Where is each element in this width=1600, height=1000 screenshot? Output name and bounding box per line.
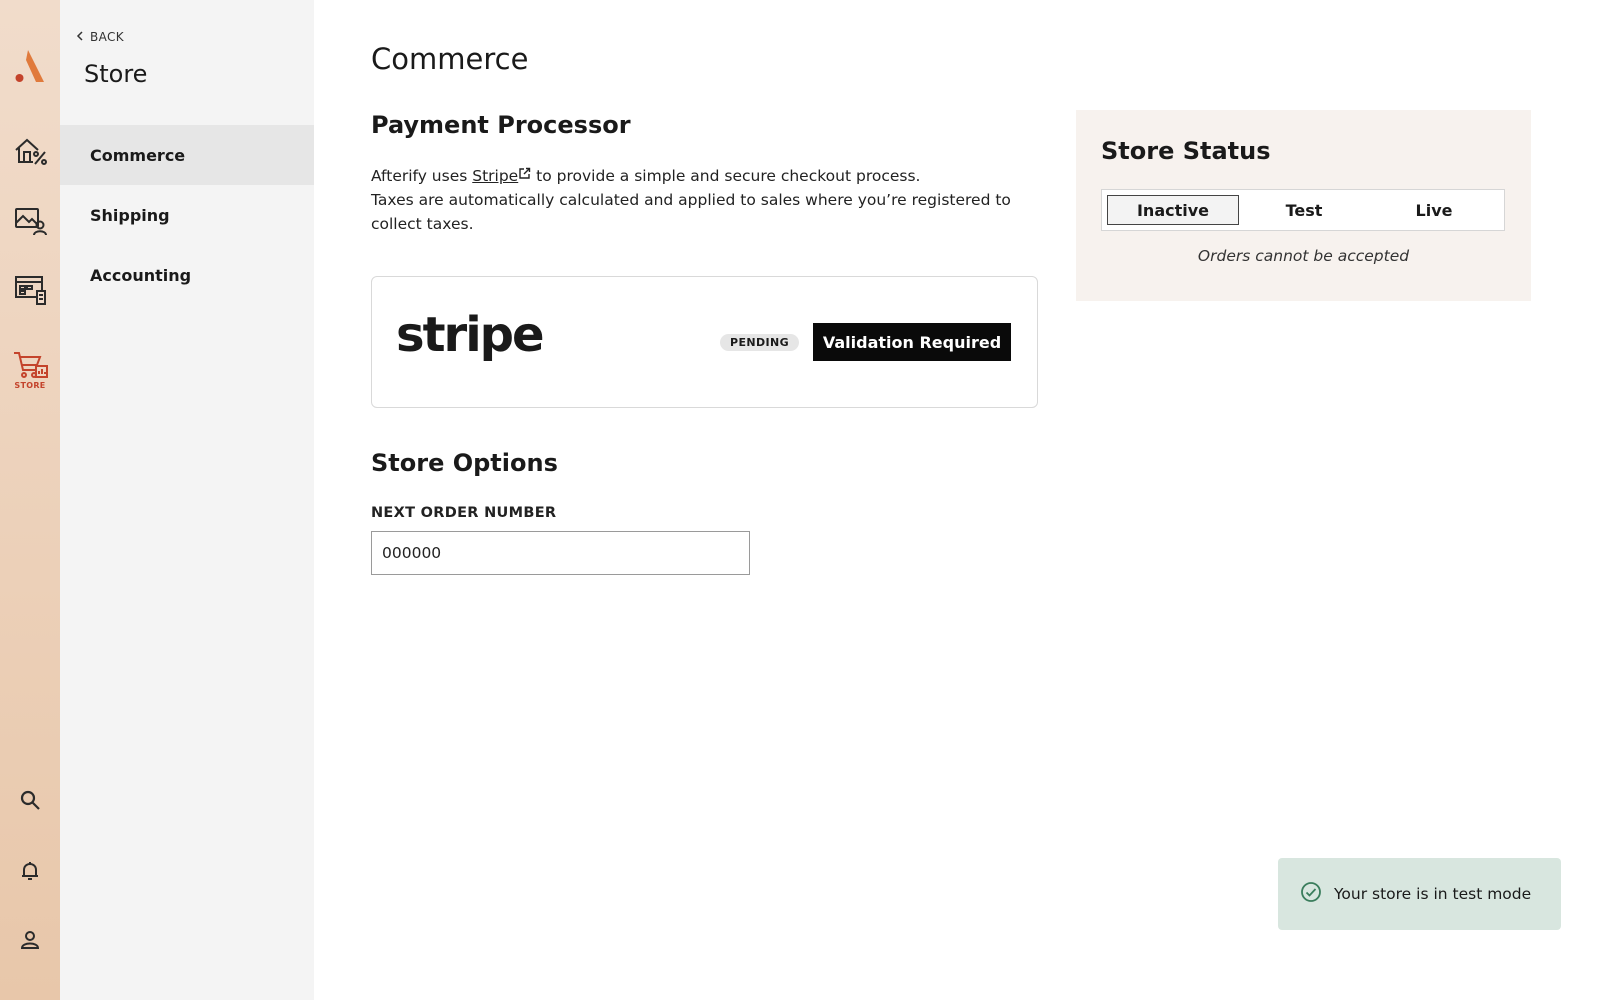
toast-notification[interactable]: Your store is in test mode [1278, 858, 1561, 930]
afterify-logo[interactable] [14, 48, 46, 84]
cart-chart-icon [14, 352, 48, 378]
page-title: Commerce [371, 42, 529, 76]
back-link[interactable]: BACK [76, 30, 124, 44]
gallery-user-icon[interactable] [10, 200, 50, 240]
status-note: Orders cannot be accepted [1197, 247, 1410, 265]
subnav-title: Store [84, 60, 148, 88]
payment-description: Afterify uses Stripe to provide a simple… [371, 163, 1031, 236]
status-option-test[interactable]: Test [1239, 195, 1369, 225]
store-nav-label: STORE [14, 381, 46, 390]
store-status-heading: Store Status [1101, 137, 1271, 165]
check-circle-icon [1300, 881, 1322, 907]
desc-text-after: to provide a simple and secure checkout … [531, 167, 921, 185]
desc-line-2: Taxes are automatically calculated and a… [371, 191, 1011, 233]
subnav-item-shipping[interactable]: Shipping [60, 185, 314, 245]
subnav-list: Commerce Shipping Accounting [60, 125, 314, 305]
desc-text-before: Afterify uses [371, 167, 473, 185]
store-options-heading: Store Options [371, 449, 558, 477]
store-nav-item[interactable]: STORE [10, 346, 50, 394]
next-order-number-input[interactable] [371, 531, 750, 575]
search-icon[interactable] [10, 780, 50, 820]
subnav-item-accounting[interactable]: Accounting [60, 245, 314, 305]
icon-rail: STORE [0, 0, 60, 1000]
payment-provider-card: stripe PENDING Validation Required [371, 276, 1038, 408]
user-icon[interactable] [10, 920, 50, 960]
status-option-inactive[interactable]: Inactive [1107, 195, 1239, 225]
store-status-toggle: Inactive Test Live [1101, 189, 1505, 231]
store-subnav: BACK Store Commerce Shipping Accounting [60, 0, 314, 1000]
status-option-live[interactable]: Live [1369, 195, 1499, 225]
store-status-panel: Store Status Inactive Test Live Orders c… [1076, 110, 1531, 301]
toast-message: Your store is in test mode [1334, 885, 1532, 903]
bell-icon[interactable] [10, 851, 50, 891]
subnav-item-commerce[interactable]: Commerce [60, 125, 314, 185]
status-badge: PENDING [720, 334, 800, 351]
house-percent-icon[interactable] [10, 131, 50, 171]
payment-processor-heading: Payment Processor [371, 111, 631, 139]
next-order-number-label: NEXT ORDER NUMBER [371, 505, 557, 521]
validation-required-button[interactable]: Validation Required [813, 323, 1011, 361]
external-link-icon [518, 163, 531, 179]
stripe-link[interactable]: Stripe [472, 167, 518, 185]
chevron-left-icon [76, 30, 84, 44]
back-label: BACK [90, 30, 125, 44]
stripe-logo: stripe [396, 307, 545, 363]
forms-icon[interactable] [10, 270, 50, 310]
